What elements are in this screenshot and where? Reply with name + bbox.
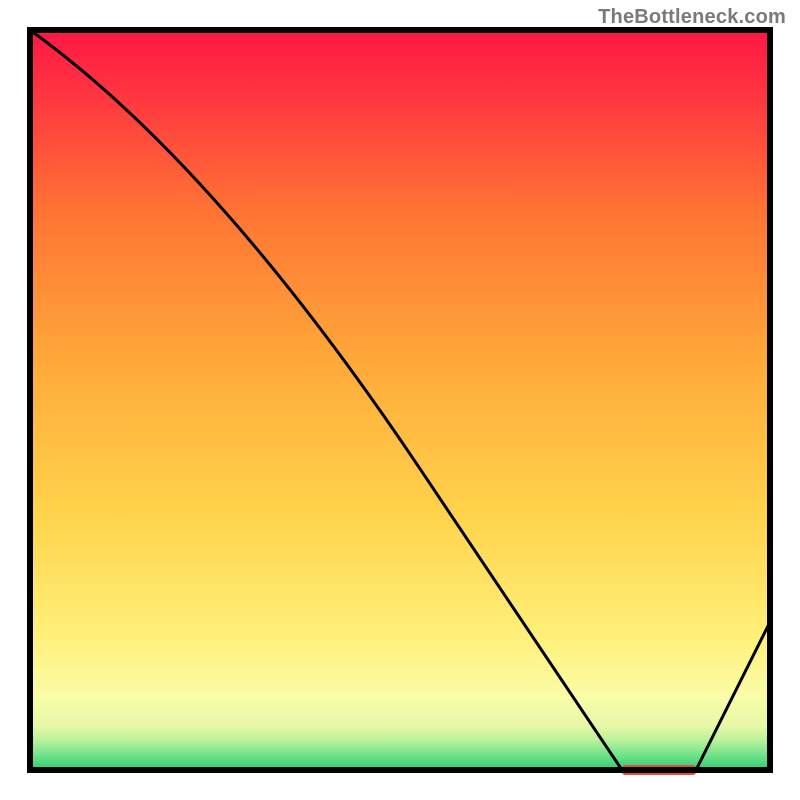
chart-stage: TheBottleneck.com	[0, 0, 800, 800]
plot-gradient-fill	[30, 30, 770, 770]
bottleneck-chart	[0, 0, 800, 800]
